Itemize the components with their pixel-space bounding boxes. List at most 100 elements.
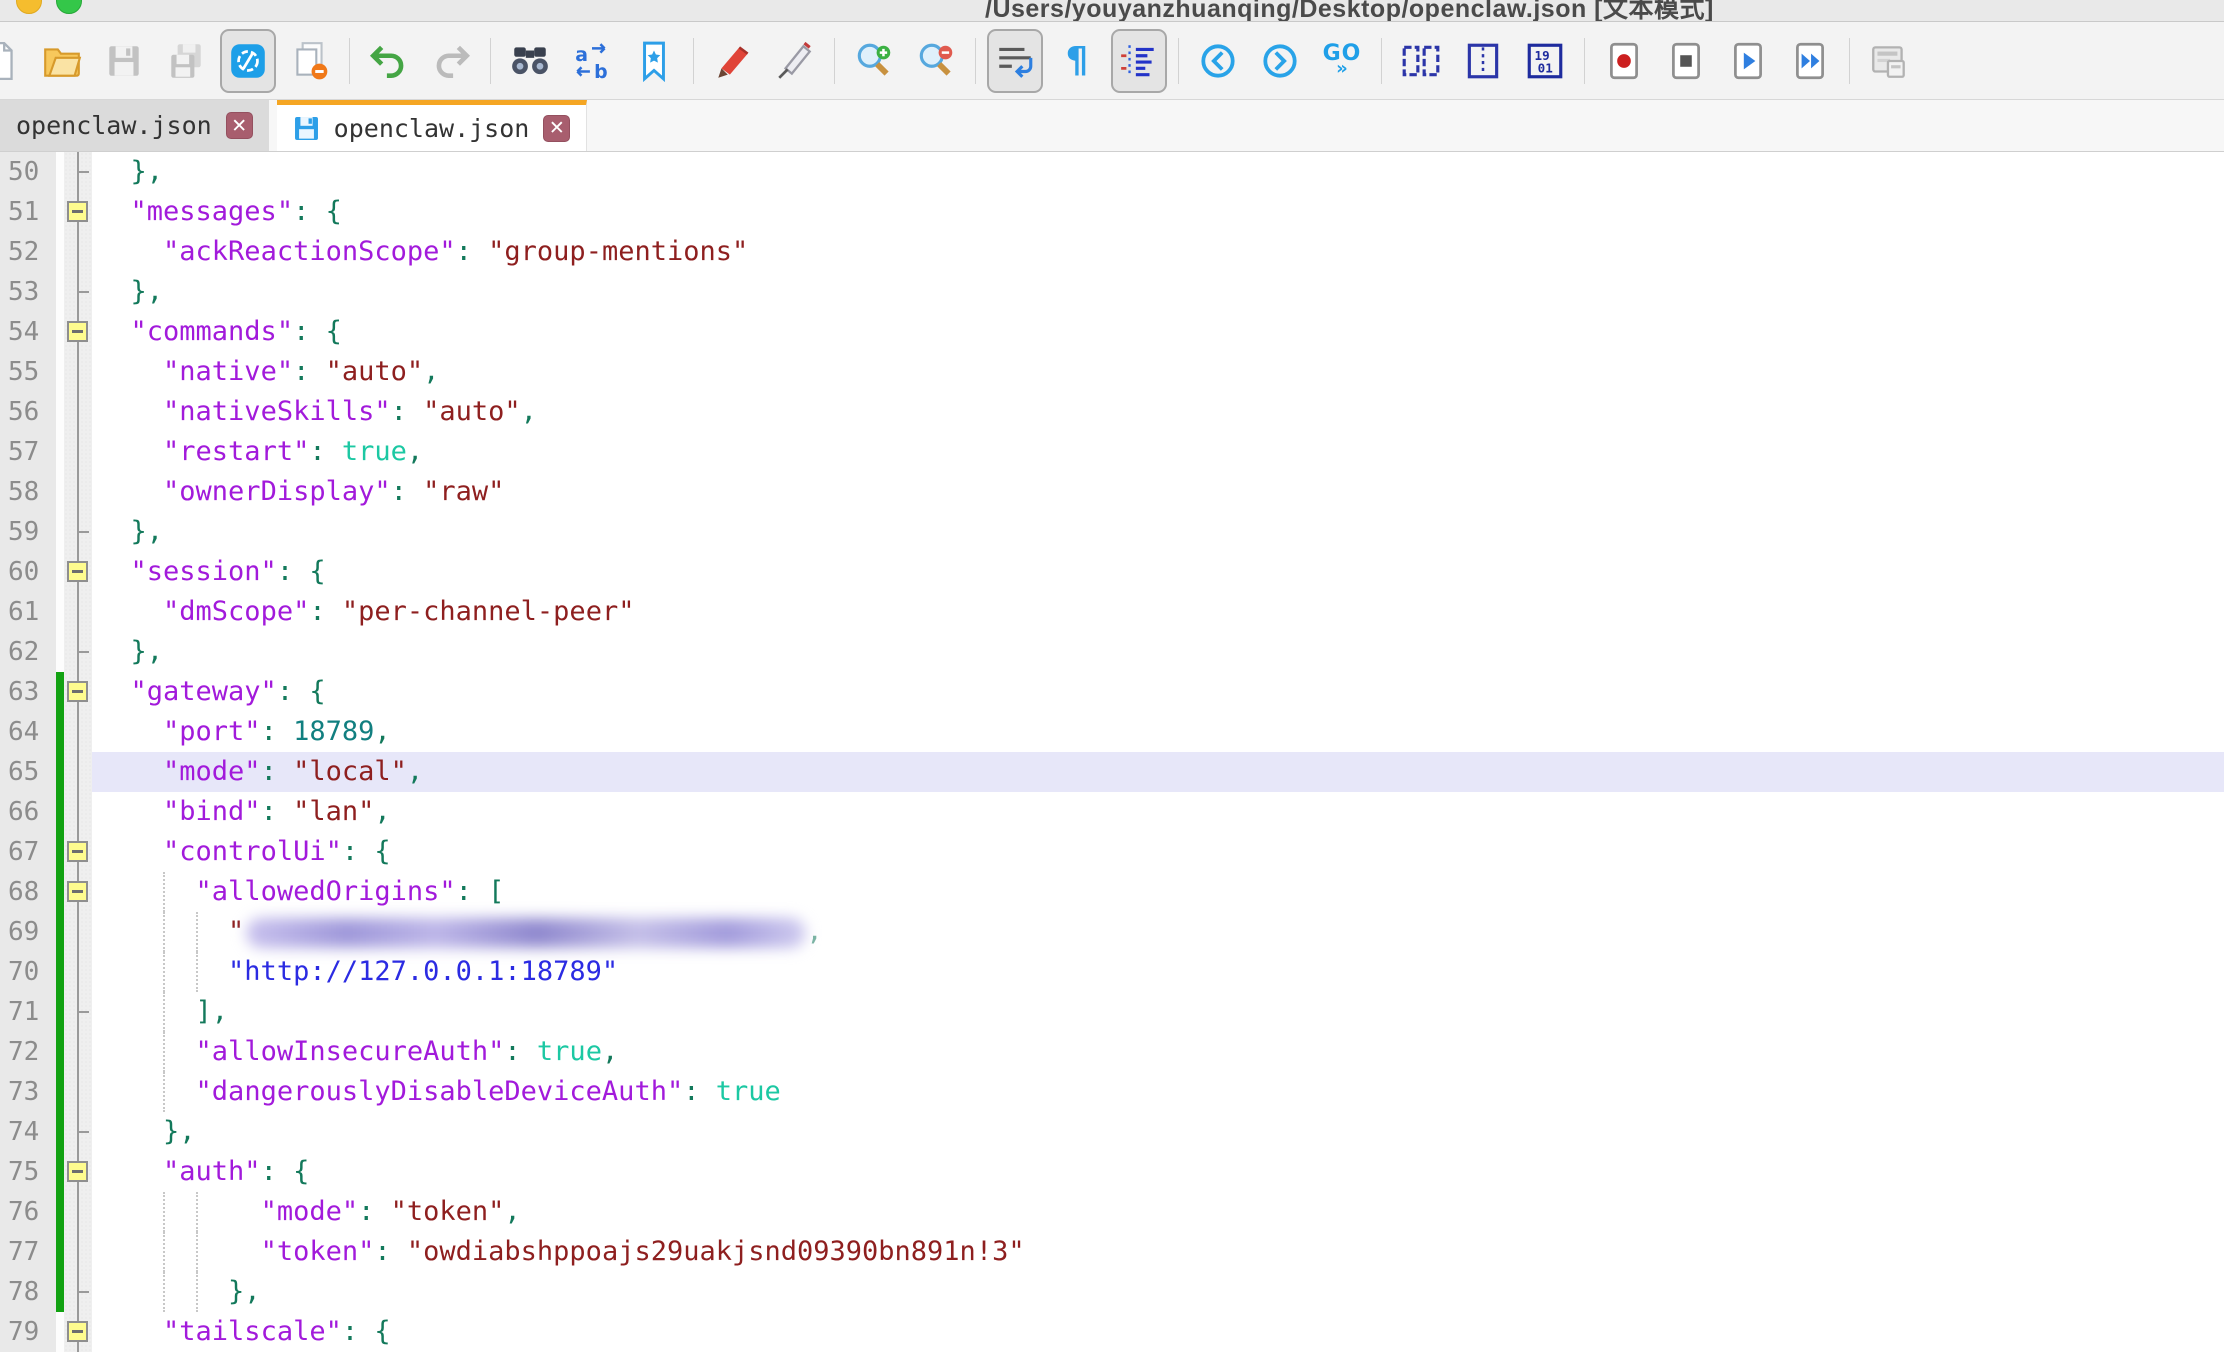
code-text[interactable]: }, [92,152,2224,192]
code-line-70[interactable]: 70 "http://127.0.0.1:18789" [0,952,2224,992]
line-number[interactable]: 65 [0,752,56,792]
line-number[interactable]: 60 [0,552,56,592]
code-line-64[interactable]: 64 "port": 18789, [0,712,2224,752]
code-text[interactable]: }, [92,512,2224,552]
macro-play-button[interactable] [1720,29,1776,93]
fold-collapse-box[interactable] [64,312,92,352]
fold-collapse-box[interactable] [64,832,92,872]
line-number[interactable]: 73 [0,1072,56,1112]
code-line-69[interactable]: 69 ", [0,912,2224,952]
highlight-marker-button[interactable] [705,29,761,93]
code-text[interactable]: "ownerDisplay": "raw" [92,472,2224,512]
code-text[interactable]: "messages": { [92,192,2224,232]
line-number[interactable]: 71 [0,992,56,1032]
zoom-window-button[interactable] [56,0,82,14]
word-wrap-button[interactable] [987,29,1043,93]
code-text[interactable]: "mode": "local", [92,752,2224,792]
code-text[interactable]: "dangerouslyDisableDeviceAuth": true [92,1072,2224,1112]
clear-marks-button[interactable] [767,29,823,93]
fold-collapse-box[interactable] [64,872,92,912]
code-text[interactable]: "nativeSkills": "auto", [92,392,2224,432]
line-number[interactable]: 78 [0,1272,56,1312]
line-number[interactable]: 57 [0,432,56,472]
fold-collapse-box[interactable] [64,552,92,592]
line-number[interactable]: 55 [0,352,56,392]
code-line-51[interactable]: 51 "messages": { [0,192,2224,232]
code-line-50[interactable]: 50 }, [0,152,2224,192]
code-text[interactable]: ], [92,992,2224,1032]
code-text[interactable]: "allowInsecureAuth": true, [92,1032,2224,1072]
code-line-63[interactable]: 63 "gateway": { [0,672,2224,712]
fold-collapse-box[interactable] [64,1312,92,1352]
tab-openclaw-json-1[interactable]: openclaw.json ✕ [0,100,271,151]
code-line-59[interactable]: 59 }, [0,512,2224,552]
goto-line-button[interactable]: GO» [1314,29,1370,93]
code-line-78[interactable]: 78 }, [0,1272,2224,1312]
code-line-53[interactable]: 53 }, [0,272,2224,312]
code-line-74[interactable]: 74 }, [0,1112,2224,1152]
code-text[interactable]: "gateway": { [92,672,2224,712]
line-number[interactable]: 62 [0,632,56,672]
line-number[interactable]: 79 [0,1312,56,1352]
tab-openclaw-json-2[interactable]: openclaw.json ✕ [277,100,588,151]
zoom-in-button[interactable] [846,29,902,93]
line-number[interactable]: 56 [0,392,56,432]
new-file-button[interactable] [0,29,28,93]
code-line-60[interactable]: 60 "session": { [0,552,2224,592]
code-text[interactable]: }, [92,272,2224,312]
code-line-62[interactable]: 62 }, [0,632,2224,672]
compare-button[interactable] [1393,29,1449,93]
line-numbers-button[interactable]: 1901 [1517,29,1573,93]
save-all-button[interactable] [158,29,214,93]
nav-forward-button[interactable] [1252,29,1308,93]
open-file-button[interactable] [34,29,90,93]
code-line-52[interactable]: 52 "ackReactionScope": "group-mentions" [0,232,2224,272]
code-text[interactable]: "commands": { [92,312,2224,352]
fold-collapse-box[interactable] [64,1152,92,1192]
line-number[interactable]: 58 [0,472,56,512]
code-line-57[interactable]: 57 "restart": true, [0,432,2224,472]
find-button[interactable] [502,29,558,93]
line-number[interactable]: 75 [0,1152,56,1192]
code-text[interactable]: "dmScope": "per-channel-peer" [92,592,2224,632]
code-line-73[interactable]: 73 "dangerouslyDisableDeviceAuth": true [0,1072,2224,1112]
line-number[interactable]: 53 [0,272,56,312]
code-editor[interactable]: 50 },51 "messages": {52 "ackReactionScop… [0,152,2224,1352]
line-number[interactable]: 72 [0,1032,56,1072]
fold-collapse-box[interactable] [64,192,92,232]
fold-collapse-box[interactable] [64,672,92,712]
code-text[interactable]: "ackReactionScope": "group-mentions" [92,232,2224,272]
result-panel-button[interactable] [1861,29,1917,93]
code-line-76[interactable]: 76 "mode": "token", [0,1192,2224,1232]
replace-button[interactable]: ab [564,29,620,93]
code-text[interactable]: "mode": "token", [92,1192,2224,1232]
code-text[interactable]: "auth": { [92,1152,2224,1192]
code-text[interactable]: "native": "auto", [92,352,2224,392]
code-line-54[interactable]: 54 "commands": { [0,312,2224,352]
macro-play-multi-button[interactable] [1782,29,1838,93]
code-text[interactable]: ", [92,912,2224,952]
minimize-button[interactable] [16,0,42,14]
code-line-72[interactable]: 72 "allowInsecureAuth": true, [0,1032,2224,1072]
code-line-68[interactable]: 68 "allowedOrigins": [ [0,872,2224,912]
code-text[interactable]: }, [92,1112,2224,1152]
code-text[interactable]: "allowedOrigins": [ [92,872,2224,912]
code-line-77[interactable]: 77 "token": "owdiabshppoajs29uakjsnd0939… [0,1232,2224,1272]
code-line-58[interactable]: 58 "ownerDisplay": "raw" [0,472,2224,512]
code-line-61[interactable]: 61 "dmScope": "per-channel-peer" [0,592,2224,632]
line-number[interactable]: 74 [0,1112,56,1152]
close-icon[interactable]: ✕ [543,115,570,142]
close-all-button[interactable] [282,29,338,93]
code-line-66[interactable]: 66 "bind": "lan", [0,792,2224,832]
code-line-55[interactable]: 55 "native": "auto", [0,352,2224,392]
line-number[interactable]: 51 [0,192,56,232]
indent-guides-button[interactable] [1111,29,1167,93]
code-text[interactable]: "restart": true, [92,432,2224,472]
code-text[interactable]: "http://127.0.0.1:18789" [92,952,2224,992]
line-number[interactable]: 69 [0,912,56,952]
close-icon[interactable]: ✕ [226,112,253,139]
code-text[interactable]: }, [92,1272,2224,1312]
line-number[interactable]: 52 [0,232,56,272]
line-number[interactable]: 68 [0,872,56,912]
code-line-67[interactable]: 67 "controlUi": { [0,832,2224,872]
